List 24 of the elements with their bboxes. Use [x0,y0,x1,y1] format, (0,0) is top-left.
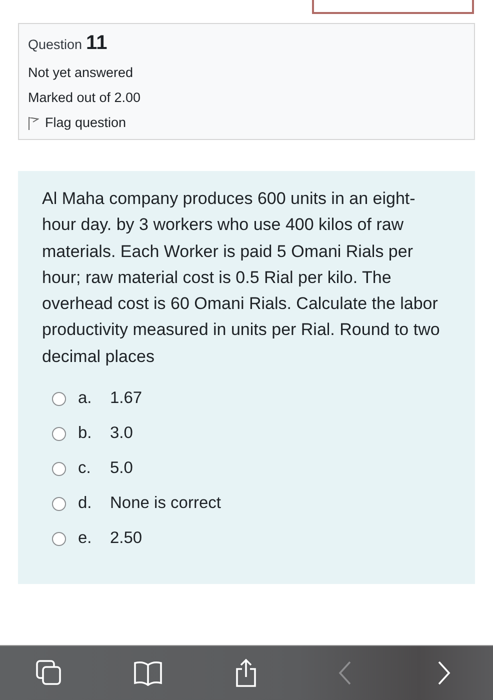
marks-text: Marked out of 2.00 [28,90,142,105]
question-number: 11 [86,32,108,55]
answer-status: Not yet answered [28,65,134,80]
option-text: 3.0 [110,424,133,444]
option-text: 2.50 [110,529,142,548]
flag-question-link[interactable]: Flag question [28,115,126,130]
question-label: Question [28,37,82,52]
radio-button[interactable] [52,426,66,441]
chevron-left-icon [337,660,354,686]
option-text: None is correct [110,494,221,514]
question-text: Al Maha company produces 600 units in an eight-hour day. by 3 workers who use 400 kilos of raw materials. Each Worker is paid 5 Omani Rials per hour; raw material cost is 0.5 Rial per kilo. The overhead cost is 60 Omani Rials. Calculate the labor productivity measured in units per Rial. Round to two decimal places [42,188,441,368]
option-letter: a. [78,389,93,408]
option-letter: e. [78,529,93,548]
flag-icon [28,116,39,130]
radio-button[interactable] [52,496,66,511]
chevron-right-icon [436,660,452,686]
option-text: 1.67 [110,389,142,408]
radio-button[interactable] [52,532,66,546]
option-letter: c. [78,459,92,478]
option-text: 5.0 [110,459,133,478]
option-letter: b. [78,424,93,444]
radio-button[interactable] [52,462,66,476]
radio-button[interactable] [52,392,66,406]
option-letter: d. [78,494,93,514]
